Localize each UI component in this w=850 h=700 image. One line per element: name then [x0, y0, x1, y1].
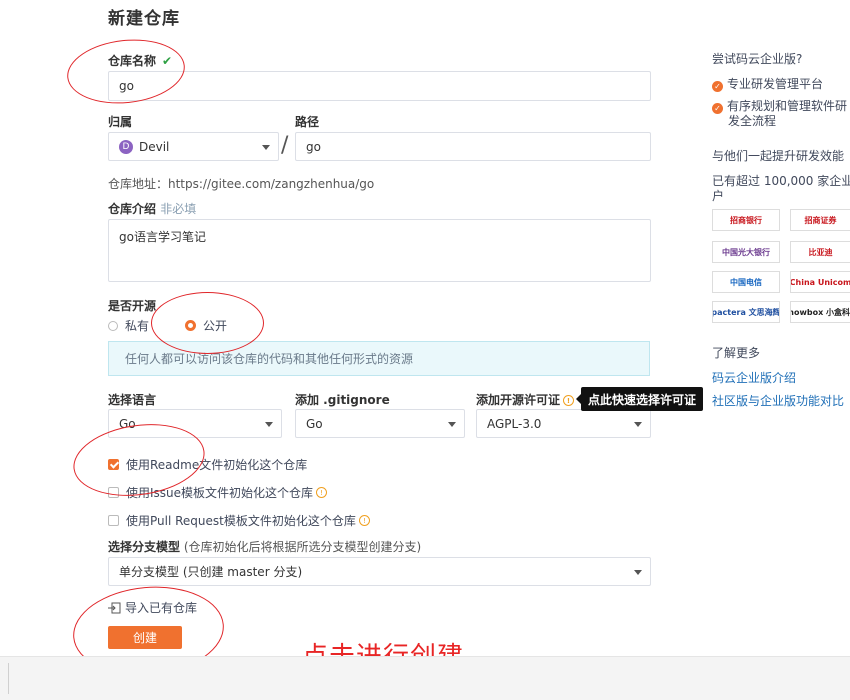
gitignore-value: Go: [306, 416, 323, 431]
init-pr-option[interactable]: 使用Pull Request模板文件初始化这个仓库 !: [108, 512, 370, 529]
owner-label: 归属: [108, 115, 133, 129]
open-source-label: 是否开源: [108, 299, 157, 313]
chevron-down-icon: [265, 421, 273, 427]
license-value: AGPL-3.0: [487, 416, 542, 431]
feature-text-cont: 发全流程: [728, 114, 777, 128]
branch-model-select[interactable]: 单分支模型 (只创建 master 分支): [108, 557, 651, 586]
logo-cmb: 招商银行: [712, 209, 780, 231]
logo-telecom: 中国电信: [712, 271, 780, 293]
license-label-text: 添加开源许可证: [476, 393, 561, 407]
branch-model-value: 单分支模型 (只创建 master 分支): [119, 565, 303, 579]
logo-pactera: pactera 文思海辉: [712, 301, 780, 323]
check-icon: ✓: [712, 103, 723, 114]
pr-label: 使用Pull Request模板文件初始化这个仓库: [126, 514, 356, 528]
owner-select[interactable]: D Devil: [108, 132, 279, 161]
intro-textarea[interactable]: go语言学习笔记: [108, 219, 651, 282]
users-line: 已有超过 100,000 家企业每: [712, 174, 850, 188]
path-label: 路径: [295, 115, 320, 129]
chevron-down-icon: [634, 569, 642, 575]
intro-label-text: 仓库介绍: [108, 202, 157, 216]
users-line-cont: 户: [712, 189, 725, 203]
license-select[interactable]: AGPL-3.0: [476, 409, 651, 438]
repo-name-input[interactable]: go: [108, 71, 651, 101]
feature-item: ✓ 专业研发管理平台: [712, 75, 823, 92]
pr-checkbox[interactable]: [108, 515, 119, 526]
compare-link[interactable]: 社区版与企业版功能对比: [712, 392, 844, 409]
branch-model-label-text: 选择分支模型: [108, 540, 181, 554]
license-tooltip: 点此快速选择许可证: [575, 387, 704, 411]
logo-unicom: China Unicom: [790, 271, 850, 293]
info-icon[interactable]: !: [358, 515, 370, 526]
avatar: D: [119, 139, 133, 154]
info-icon[interactable]: !: [563, 395, 575, 406]
page-title: 新建仓库: [108, 9, 180, 29]
radio-private[interactable]: 私有: [108, 317, 149, 334]
chevron-down-icon: [262, 144, 270, 150]
learn-more-title: 了解更多: [712, 346, 761, 360]
bottom-bar: [0, 656, 850, 700]
chevron-down-icon: [634, 421, 642, 427]
enterprise-title: 尝试码云企业版?: [712, 52, 803, 66]
annotation-ellipse: [151, 292, 264, 354]
logo-byd: 比亚迪: [790, 241, 850, 263]
intro-optional: 非必填: [160, 202, 197, 216]
intro-value: go语言学习笔记: [119, 230, 206, 244]
check-icon: ✓: [712, 81, 723, 92]
gitignore-label: 添加 .gitignore: [295, 393, 390, 407]
enterprise-intro-link[interactable]: 码云企业版介绍: [712, 369, 796, 386]
path-input[interactable]: go: [295, 132, 651, 161]
radio-private-circle: [108, 320, 118, 331]
branch-model-label: 选择分支模型 (仓库初始化后将根据所选分支模型创建分支): [108, 538, 421, 555]
logo-cms: 招商证券: [790, 209, 850, 231]
language-label: 选择语言: [108, 393, 157, 407]
path-separator: /: [281, 133, 289, 158]
path-value: go: [306, 139, 321, 154]
logo-knowbox: knowbox 小盒科技: [790, 301, 850, 323]
gitignore-select[interactable]: Go: [295, 409, 465, 438]
repo-address: 仓库地址：https://gitee.com/zangzhenhua/go: [108, 177, 375, 191]
feature-text: 有序规划和管理软件研: [727, 99, 848, 113]
intro-label: 仓库介绍 非必填: [108, 200, 196, 217]
efficiency-title: 与他们一起提升研发效能: [712, 149, 845, 163]
chevron-down-icon: [448, 421, 456, 427]
logo-ceb: 中国光大银行: [712, 241, 780, 263]
radio-private-label: 私有: [125, 319, 150, 333]
license-label: 添加开源许可证!: [476, 391, 575, 408]
feature-text: 专业研发管理平台: [727, 77, 824, 91]
branch-model-hint: (仓库初始化后将根据所选分支模型创建分支): [183, 540, 422, 554]
owner-value: Devil: [139, 139, 170, 154]
divider: [8, 663, 9, 694]
info-icon[interactable]: !: [316, 487, 328, 498]
